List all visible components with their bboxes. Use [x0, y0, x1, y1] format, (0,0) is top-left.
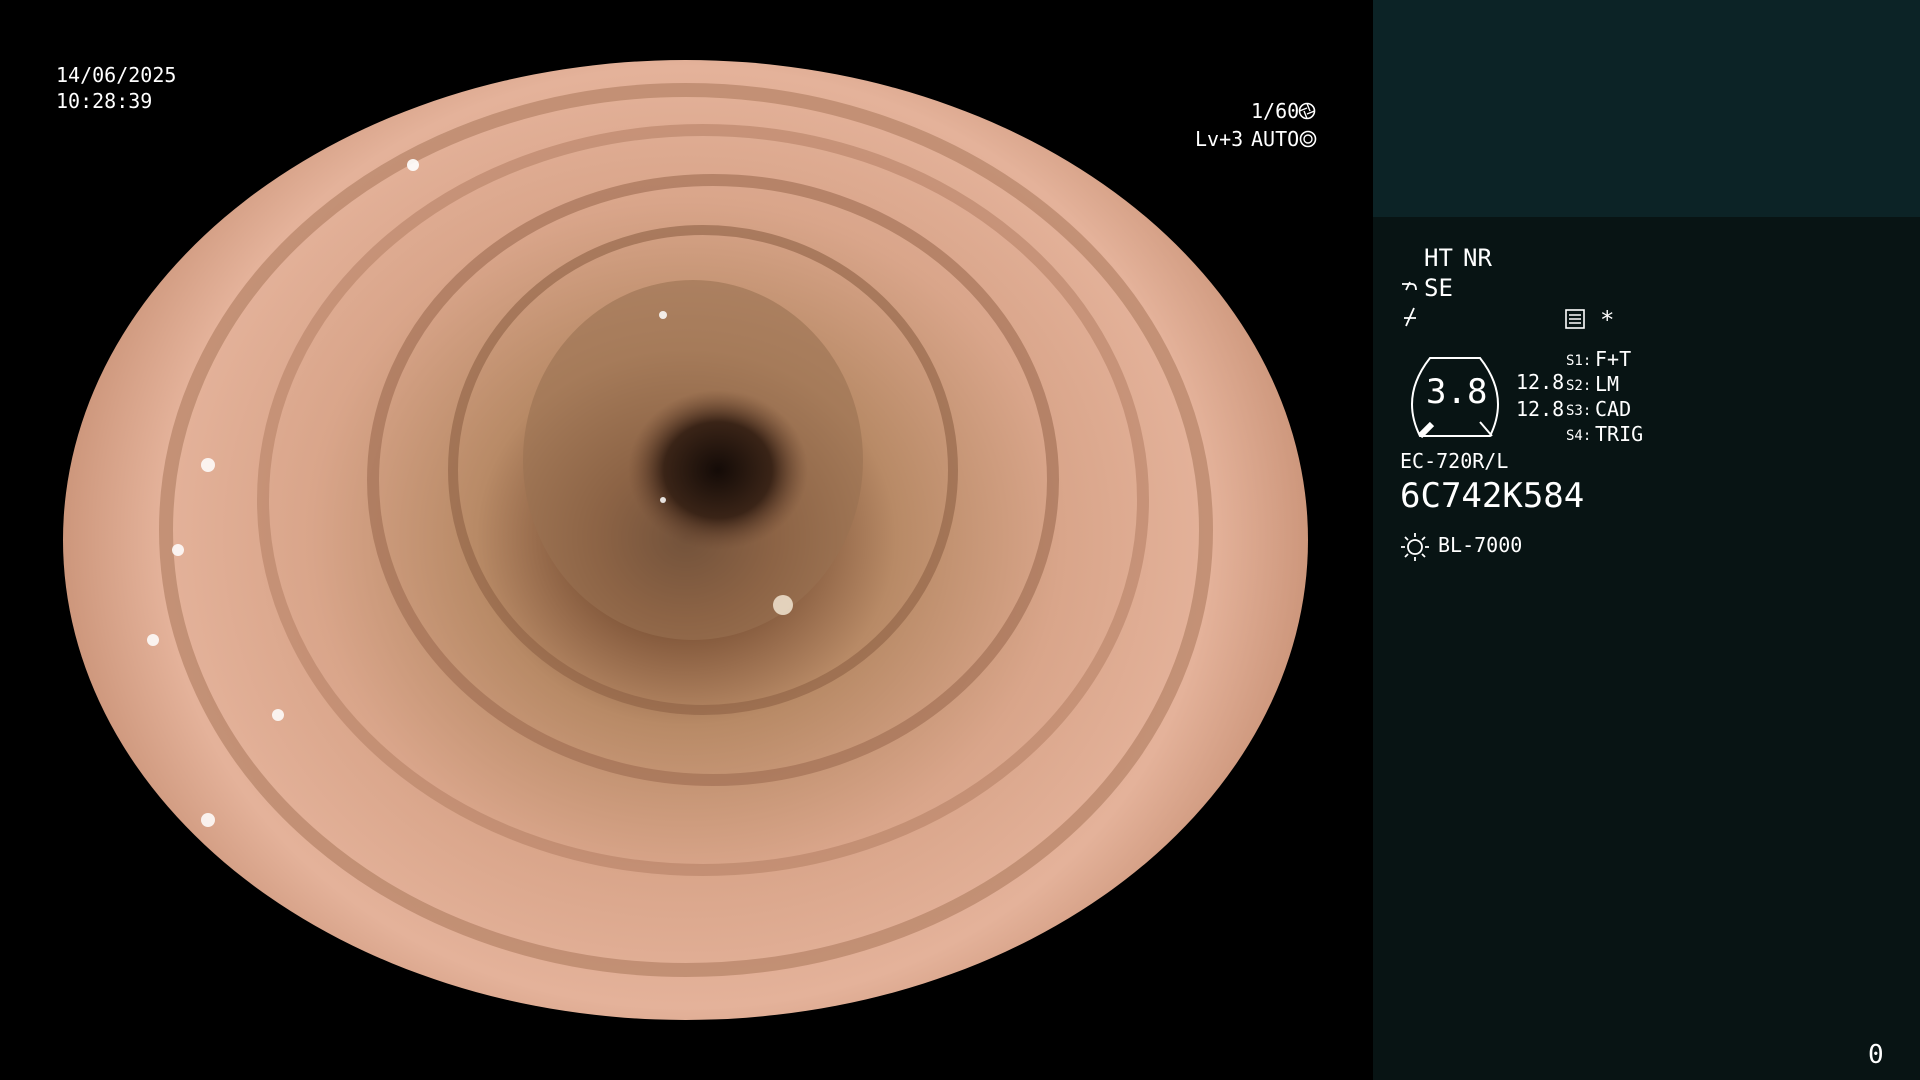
gauge-value-top: 12.8 — [1516, 370, 1565, 394]
switch-1-value: F+T — [1595, 347, 1632, 371]
switch-4-value: TRIG — [1595, 422, 1644, 446]
gauge-value: 3.8 — [1426, 372, 1488, 412]
exposure-mode: AUTO — [1251, 127, 1300, 151]
auto-iris-icon — [1299, 130, 1317, 148]
endoscope-image — [63, 60, 1308, 1020]
scope-model: EC-720R/L — [1400, 449, 1509, 473]
video-area: 14/06/2025 10:28:39 1/60 Lv+3 AUTO — [0, 0, 1373, 1080]
time-display: 10:28:39 — [56, 89, 153, 113]
asterisk-indicator: * — [1600, 306, 1615, 334]
switch-2-value: LM — [1595, 372, 1620, 396]
gauge-value-bottom: 12.8 — [1516, 397, 1565, 421]
flow-icon — [1404, 307, 1416, 327]
info-panel — [1373, 217, 1920, 1080]
switch-3-key: S3: — [1566, 403, 1592, 419]
date-display: 14/06/2025 — [56, 63, 177, 87]
shutter-speed: 1/60 — [1251, 99, 1300, 123]
light-source-icon — [1401, 533, 1429, 561]
memo-icon — [1565, 309, 1585, 329]
switch-2-key: S2: — [1566, 378, 1592, 394]
switch-1-key: S1: — [1566, 353, 1592, 369]
endoscope-frame — [63, 60, 1308, 1020]
scope-serial: 6C742K584 — [1400, 476, 1585, 516]
ht-label: HT — [1424, 244, 1453, 272]
frame-counter: 0 — [1868, 1040, 1884, 1070]
shutter-icon — [1298, 102, 1316, 120]
patient-info-area — [1373, 0, 1920, 217]
switch-3-value: CAD — [1595, 397, 1632, 421]
scope-bend-icon — [1402, 281, 1417, 291]
switch-4-key: S4: — [1566, 428, 1592, 444]
se-label: SE — [1424, 274, 1453, 302]
level-indicator: Lv+3 — [1195, 127, 1244, 151]
light-source-model: BL-7000 — [1438, 533, 1523, 557]
nr-label: NR — [1463, 244, 1492, 272]
